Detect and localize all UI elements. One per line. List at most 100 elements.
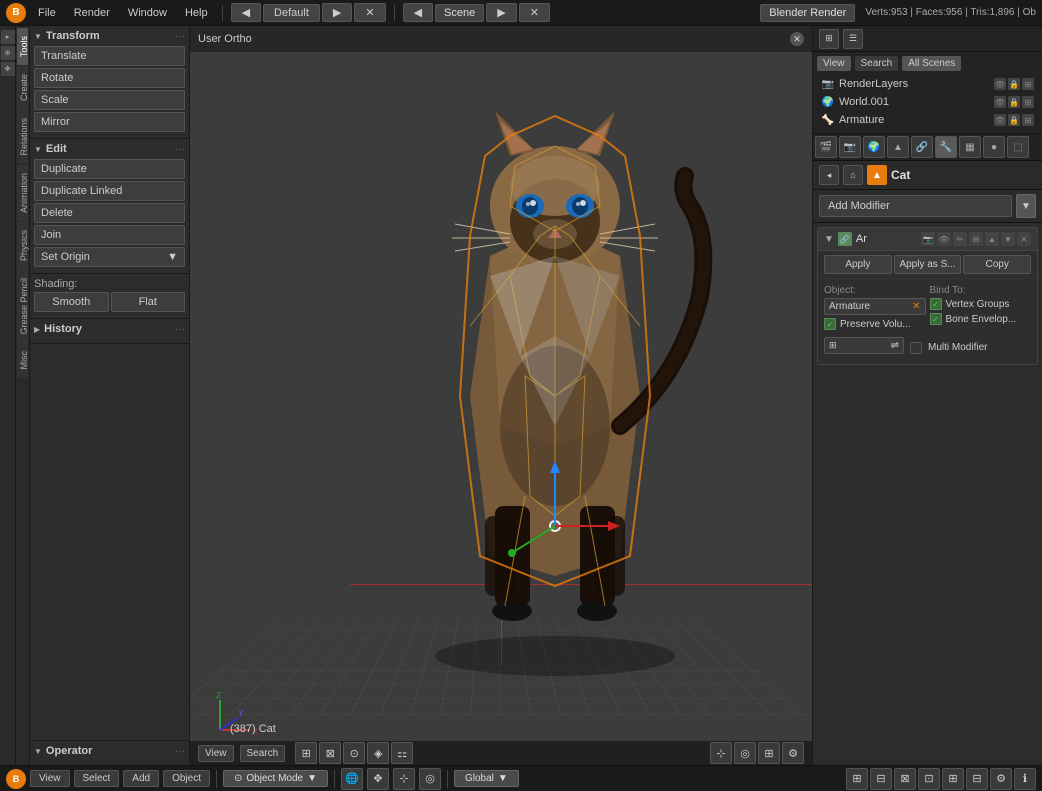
object-mode-btn[interactable]: ⊙ Object Mode ▼ (223, 770, 328, 787)
bottom-layers-btn-3[interactable]: ⊠ (894, 768, 916, 790)
world-vis-btn-3[interactable]: ⊞ (1022, 96, 1034, 108)
bottom-add-btn[interactable]: Add (123, 770, 159, 787)
scene-prev[interactable]: ◀ (403, 3, 433, 22)
scene-dropdown[interactable]: Scene (435, 4, 484, 22)
props-tab-scene[interactable]: 🎬 (815, 136, 837, 158)
viewport-settings-btn[interactable]: ⚙ (782, 742, 804, 764)
bottom-icon-globe[interactable]: 🌐 (341, 768, 363, 790)
flat-btn[interactable]: Flat (111, 292, 186, 312)
outliner-tab-view[interactable]: View (817, 56, 851, 71)
outliner-tab-scenes[interactable]: All Scenes (902, 56, 961, 71)
props-tab-data[interactable]: ▦ (959, 136, 981, 158)
duplicate-linked-btn[interactable]: Duplicate Linked (34, 181, 185, 201)
multi-modifier-check[interactable] (910, 342, 922, 354)
armature-clear-btn[interactable]: ✕ (912, 301, 920, 312)
props-tab-render[interactable]: 📷 (839, 136, 861, 158)
mirror-btn[interactable]: Mirror (34, 112, 185, 132)
props-tab-object[interactable]: ▲ (887, 136, 909, 158)
scene-next[interactable]: ▶ (486, 3, 516, 22)
mod-close-btn[interactable]: ✕ (1017, 232, 1031, 246)
add-modifier-btn[interactable]: Add Modifier (819, 195, 1012, 217)
modifier-expand[interactable]: ▼ (824, 234, 834, 245)
duplicate-btn[interactable]: Duplicate (34, 159, 185, 179)
workspace-add[interactable]: ✕ (354, 3, 385, 22)
armature-vis-btn-2[interactable]: 🔒 (1008, 114, 1020, 126)
mod-render-btn[interactable]: 📷 (921, 232, 935, 246)
bottom-layers-btn-2[interactable]: ⊟ (870, 768, 892, 790)
tab-relations[interactable]: Relations (17, 110, 28, 164)
viewport[interactable]: User Ortho ✕ (190, 26, 812, 765)
tool-icon-1[interactable]: ▸ (1, 30, 15, 44)
preserve-vol-check[interactable]: ✓ (824, 318, 836, 330)
viewport-snap-btn[interactable]: ⊹ (710, 742, 732, 764)
bottom-layers-btn-6[interactable]: ⊟ (966, 768, 988, 790)
set-origin-select[interactable]: Set Origin ▼ (34, 247, 185, 267)
tool-icon-2[interactable]: ⊕ (1, 46, 15, 60)
viewport-icon-2[interactable]: ⊠ (319, 742, 341, 764)
bottom-object-btn[interactable]: Object (163, 770, 210, 787)
workspace-prev[interactable]: ◀ (231, 3, 261, 22)
smooth-btn[interactable]: Smooth (34, 292, 109, 312)
outliner-item-renderlayers[interactable]: 📷 RenderLayers 👁 🔒 ⊞ (817, 75, 1038, 93)
bottom-info-btn[interactable]: ℹ (1014, 768, 1036, 790)
renderlayers-vis-btn-2[interactable]: 🔒 (1008, 78, 1020, 90)
operator-header[interactable]: ▼ Operator ··· (34, 745, 185, 757)
menu-render[interactable]: Render (68, 5, 116, 21)
renderlayers-vis-btn-1[interactable]: 👁 (994, 78, 1006, 90)
tab-animation[interactable]: Animation (17, 165, 28, 221)
armature-vis-btn-1[interactable]: 👁 (994, 114, 1006, 126)
modifier-dropdown-arrow[interactable]: ▼ (1016, 194, 1036, 218)
armature-vis-btn-3[interactable]: ⊞ (1022, 114, 1034, 126)
workspace-name[interactable]: Default (263, 4, 320, 22)
bottom-settings-btn[interactable]: ⚙ (990, 768, 1012, 790)
props-icon-btn-1[interactable]: ⊞ (819, 29, 839, 49)
scale-btn[interactable]: Scale (34, 90, 185, 110)
renderlayers-vis-btn-3[interactable]: ⊞ (1022, 78, 1034, 90)
workspace-next[interactable]: ▶ (322, 3, 352, 22)
tab-grease-pencil[interactable]: Grease Pencil (17, 270, 28, 343)
global-btn[interactable]: Global ▼ (454, 770, 519, 787)
bottom-icon-pivot[interactable]: ◎ (419, 768, 441, 790)
edit-header[interactable]: ▼ Edit ··· (34, 143, 185, 155)
viewport-pivot-btn[interactable]: ◎ (734, 742, 756, 764)
bottom-select-btn[interactable]: Select (74, 770, 120, 787)
copy-btn[interactable]: Copy (963, 255, 1031, 274)
rotate-btn[interactable]: Rotate (34, 68, 185, 88)
props-tab-modifiers[interactable]: 🔧 (935, 136, 957, 158)
bottom-icon-snap[interactable]: ⊹ (393, 768, 415, 790)
tool-icon-3[interactable]: ✥ (1, 62, 15, 76)
props-home-btn[interactable]: ⌂ (843, 165, 863, 185)
tab-tools[interactable]: Tools (17, 28, 28, 65)
bottom-icon-transform[interactable]: ✥ (367, 768, 389, 790)
outliner-item-world[interactable]: 🌍 World.001 👁 🔒 ⊞ (817, 93, 1038, 111)
props-back-btn[interactable]: ◂ (819, 165, 839, 185)
mod-expand-btn-2[interactable]: ▼ (1001, 232, 1015, 246)
tab-physics[interactable]: Physics (17, 222, 28, 269)
props-tab-constraints[interactable]: 🔗 (911, 136, 933, 158)
menu-help[interactable]: Help (179, 5, 214, 21)
tab-create[interactable]: Create (17, 66, 28, 109)
world-vis-btn-1[interactable]: 👁 (994, 96, 1006, 108)
viewport-icon-1[interactable]: ⊞ (295, 742, 317, 764)
viewport-layers-btn[interactable]: ⊞ (758, 742, 780, 764)
menu-file[interactable]: File (32, 5, 62, 21)
outliner-item-armature[interactable]: 🦴 Armature 👁 🔒 ⊞ (817, 111, 1038, 129)
viewport-icon-3[interactable]: ⊙ (343, 742, 365, 764)
history-header[interactable]: ▶ History ··· (34, 323, 185, 335)
bottom-layers-btn[interactable]: ⊞ (846, 768, 868, 790)
scene-add[interactable]: ✕ (519, 3, 550, 22)
menu-window[interactable]: Window (122, 5, 173, 21)
props-tab-texture[interactable]: ⬚ (1007, 136, 1029, 158)
viewport-icon-4[interactable]: ◈ (367, 742, 389, 764)
outliner-tab-search[interactable]: Search (855, 56, 899, 71)
translate-btn[interactable]: Translate (34, 46, 185, 66)
engine-dropdown[interactable]: Blender Render (760, 4, 855, 22)
bottom-layers-btn-5[interactable]: ⊞ (942, 768, 964, 790)
props-tab-world[interactable]: 🌍 (863, 136, 885, 158)
apply-as-shape-btn[interactable]: Apply as S... (894, 255, 962, 274)
delete-btn[interactable]: Delete (34, 203, 185, 223)
vertex-groups-check[interactable]: ✓ (930, 298, 942, 310)
mod-edit-btn[interactable]: ✏ (953, 232, 967, 246)
viewport-view-btn[interactable]: View (198, 745, 234, 762)
apply-btn[interactable]: Apply (824, 255, 892, 274)
